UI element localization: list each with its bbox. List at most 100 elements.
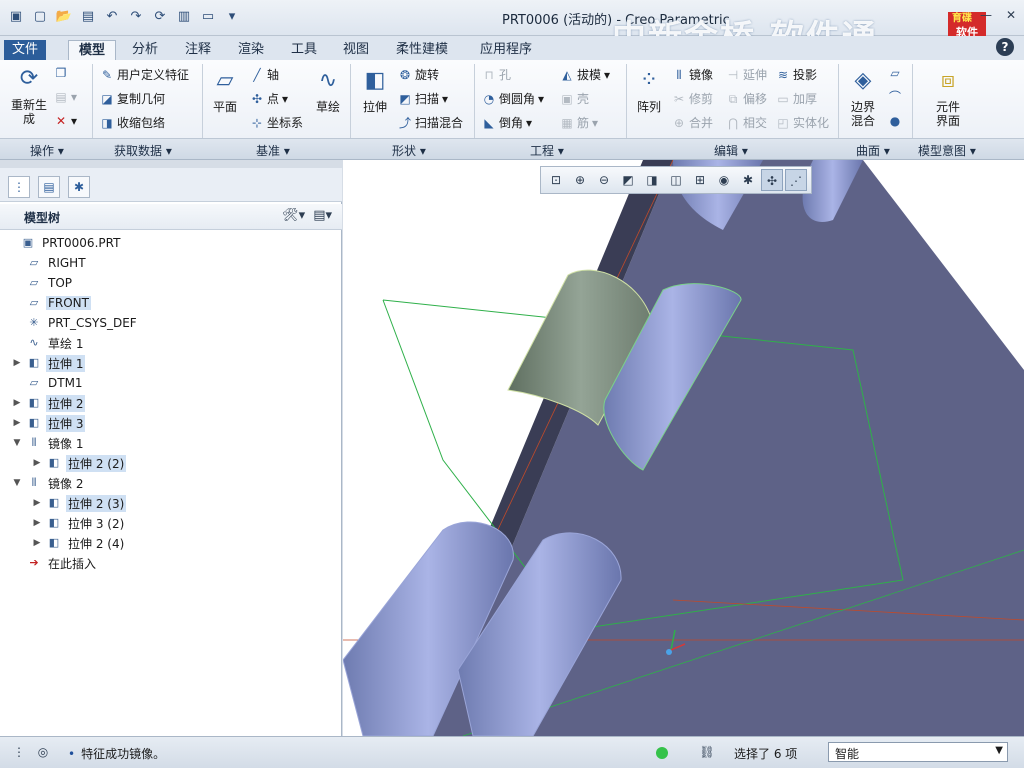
- project-button[interactable]: ≋ 投影: [776, 66, 817, 83]
- freestyle-button[interactable]: ●: [888, 114, 902, 128]
- swept-blend-button[interactable]: ⤴ 扫描混合: [398, 114, 463, 131]
- saved-orientations-icon[interactable]: ◫: [665, 169, 687, 191]
- fill-button[interactable]: ▱: [888, 66, 902, 80]
- tree-node[interactable]: ▱ DTM1: [12, 374, 85, 392]
- customize-qat-icon[interactable]: ▾: [222, 6, 242, 26]
- tree-node[interactable]: ▼ ⫴ 镜像 1: [12, 434, 85, 452]
- display-style-icon[interactable]: ◨: [641, 169, 663, 191]
- tab-tools[interactable]: 工具: [281, 40, 327, 60]
- plane-button[interactable]: ▱ 平面: [208, 66, 242, 115]
- tree-node[interactable]: ▣ PRT0006.PRT: [6, 234, 122, 252]
- open-file-icon[interactable]: 📂: [54, 6, 74, 26]
- expand-arrow-icon[interactable]: ▶: [12, 358, 22, 368]
- view-manager-icon[interactable]: ⊞: [689, 169, 711, 191]
- selection-count[interactable]: 选择了 6 项: [734, 745, 797, 762]
- tree-node[interactable]: ▶ ◧ 拉伸 2 (3): [32, 494, 127, 512]
- tree-node[interactable]: ▶ ◧ 拉伸 3 (2): [32, 514, 126, 532]
- redo-icon[interactable]: ↷: [126, 6, 146, 26]
- tab-applications[interactable]: 应用程序: [470, 40, 542, 60]
- close-icon[interactable]: ✕: [1006, 8, 1016, 22]
- solidify-button[interactable]: ◰ 实体化: [776, 114, 829, 131]
- expand-arrow-icon[interactable]: ▶: [32, 498, 42, 508]
- tree-columns-icon[interactable]: ▤▾: [313, 208, 332, 223]
- component-interface-button[interactable]: ⧈ 元件界面: [928, 66, 968, 129]
- group-shapes[interactable]: 形状 ▾: [392, 142, 426, 159]
- extend-button[interactable]: ⊣ 延伸: [726, 66, 767, 83]
- tree-node[interactable]: ▶ ◧ 拉伸 2 (2): [32, 454, 127, 472]
- tree-node[interactable]: ∿ 草绘 1: [12, 334, 85, 352]
- save-icon[interactable]: ▤: [78, 6, 98, 26]
- tab-file[interactable]: 文件: [4, 40, 47, 60]
- hole-button[interactable]: ⊓ 孔: [482, 66, 511, 83]
- tab-analysis[interactable]: 分析: [122, 40, 168, 60]
- expand-arrow-icon[interactable]: ▶: [12, 398, 22, 408]
- model-tree-tab-icon[interactable]: ⋮: [8, 176, 30, 198]
- datum-display-icon[interactable]: ✱: [737, 169, 759, 191]
- csys-button[interactable]: ⊹ 坐标系: [250, 114, 303, 131]
- windows-icon[interactable]: ▥: [174, 6, 194, 26]
- delete-button[interactable]: ✕ ▾: [54, 114, 77, 128]
- rib-button[interactable]: ▦ 筋 ▾: [560, 114, 598, 131]
- tree-node[interactable]: ➔ 在此插入: [12, 554, 98, 572]
- graphics-window[interactable]: [343, 160, 1024, 736]
- regenerate-button[interactable]: ⟳ 重新生成: [8, 64, 50, 127]
- tree-node[interactable]: ▶ ◧ 拉伸 2 (4): [32, 534, 126, 552]
- zoom-in-icon[interactable]: ⊕: [569, 169, 591, 191]
- offset-button[interactable]: ⧉ 偏移: [726, 90, 767, 107]
- group-get-data[interactable]: 获取数据 ▾: [114, 142, 172, 159]
- shrinkwrap-button[interactable]: ◨ 收缩包络: [100, 114, 165, 131]
- style-button[interactable]: ⌒: [888, 90, 902, 104]
- favorites-tab-icon[interactable]: ✱: [68, 176, 90, 198]
- tree-settings-icon[interactable]: 🛠▾: [282, 208, 305, 223]
- copy-button[interactable]: ❐: [54, 66, 68, 80]
- expand-arrow-icon[interactable]: ▶: [12, 418, 22, 428]
- group-model-intent[interactable]: 模型意图 ▾: [918, 142, 976, 159]
- tree-node[interactable]: ▱ FRONT: [12, 294, 91, 312]
- zoom-out-icon[interactable]: ⊖: [593, 169, 615, 191]
- tree-node[interactable]: ▱ TOP: [12, 274, 74, 292]
- pattern-button[interactable]: ⁘ 阵列: [632, 66, 666, 115]
- draft-button[interactable]: ◭ 拔模 ▾: [560, 66, 610, 83]
- tab-view[interactable]: 视图: [333, 40, 379, 60]
- regenerate-icon[interactable]: ⟳: [150, 6, 170, 26]
- copy-geometry-button[interactable]: ◪ 复制几何: [100, 90, 165, 107]
- user-defined-feature-button[interactable]: ✎ 用户定义特征: [100, 66, 189, 83]
- group-datum[interactable]: 基准 ▾: [256, 142, 290, 159]
- new-file-icon[interactable]: ▢: [30, 6, 50, 26]
- spin-center-icon[interactable]: ✣: [761, 169, 783, 191]
- tab-render[interactable]: 渲染: [228, 40, 274, 60]
- expand-arrow-icon[interactable]: ▶: [32, 458, 42, 468]
- perspective-icon[interactable]: ◉: [713, 169, 735, 191]
- tree-node[interactable]: ▶ ◧ 拉伸 1: [12, 354, 86, 372]
- mirror-button[interactable]: ⫴ 镜像: [672, 66, 713, 83]
- expand-arrow-icon[interactable]: ▶: [32, 518, 42, 528]
- tab-annotate[interactable]: 注释: [175, 40, 221, 60]
- tab-model[interactable]: 模型: [68, 40, 117, 60]
- tree-node[interactable]: ▼ ⫴ 镜像 2: [12, 474, 85, 492]
- selection-filter-icon[interactable]: ⛓: [698, 745, 716, 761]
- folder-browser-tab-icon[interactable]: ▤: [38, 176, 60, 198]
- app-icon[interactable]: ▣: [6, 6, 26, 26]
- undo-icon[interactable]: ↶: [102, 6, 122, 26]
- tree-node[interactable]: ✳ PRT_CSYS_DEF: [12, 314, 139, 332]
- intersect-button[interactable]: ⋂ 相交: [726, 114, 767, 131]
- minimize-icon[interactable]: —: [980, 8, 992, 22]
- group-editing[interactable]: 编辑 ▾: [714, 142, 748, 159]
- chamfer-button[interactable]: ◣ 倒角 ▾: [482, 114, 532, 131]
- close-window-icon[interactable]: ▭: [198, 6, 218, 26]
- expand-arrow-icon[interactable]: ▶: [32, 538, 42, 548]
- axis-button[interactable]: ╱ 轴: [250, 66, 279, 83]
- paste-button[interactable]: ▤ ▾: [54, 90, 77, 104]
- group-operations[interactable]: 操作 ▾: [30, 142, 64, 159]
- revolve-button[interactable]: ❂ 旋转: [398, 66, 439, 83]
- repaint-icon[interactable]: ◩: [617, 169, 639, 191]
- expand-arrow-icon[interactable]: ▼: [12, 478, 22, 488]
- expand-arrow-icon[interactable]: ▼: [12, 438, 22, 448]
- tree-node[interactable]: ▶ ◧ 拉伸 2: [12, 394, 86, 412]
- tree-node[interactable]: ▶ ◧ 拉伸 3: [12, 414, 86, 432]
- sketch-button[interactable]: ∿ 草绘: [310, 66, 346, 115]
- selection-filter-dropdown[interactable]: 智能 ▼: [828, 742, 1008, 762]
- help-icon[interactable]: ?: [996, 38, 1014, 56]
- extrude-button[interactable]: ◧ 拉伸: [356, 66, 394, 115]
- tree-toggle-icon[interactable]: ⋮: [10, 745, 28, 761]
